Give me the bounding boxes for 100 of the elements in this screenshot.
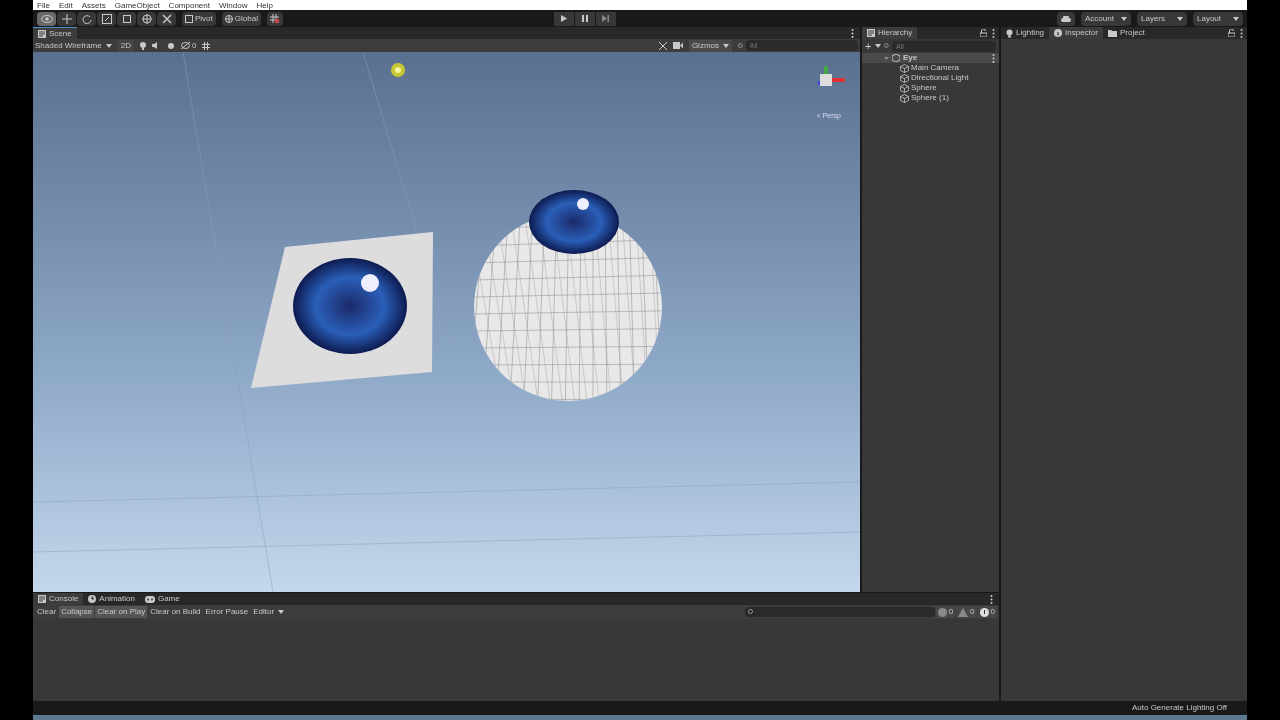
tool-button[interactable]: [37, 11, 56, 26]
more-icon[interactable]: [851, 28, 854, 38]
dropdown-button[interactable]: Layers: [1137, 11, 1187, 26]
panel-tab[interactable]: Lighting: [1001, 27, 1050, 39]
tool-button[interactable]: [77, 11, 96, 26]
caret-icon: [1121, 16, 1127, 21]
scale-icon: [101, 13, 112, 24]
console-toggle[interactable]: Clear on Build: [148, 606, 203, 618]
tools-icon: [161, 13, 172, 24]
menu-item[interactable]: Component: [168, 0, 210, 10]
tool-button[interactable]: [157, 11, 176, 26]
more-icon[interactable]: [990, 594, 993, 604]
rect-tool-icon: [121, 13, 132, 24]
more-icon[interactable]: [1240, 28, 1243, 38]
tool-button[interactable]: [97, 11, 116, 26]
console-toggle[interactable]: Collapse: [59, 606, 95, 618]
panel-tab[interactable]: Console: [33, 593, 84, 605]
caret-icon: [723, 43, 729, 48]
rotate-icon: [81, 13, 92, 24]
hierarchy-item[interactable]: Sphere (1): [862, 93, 999, 103]
hidden-icon: [180, 42, 190, 49]
step-button[interactable]: [595, 11, 616, 26]
play-icon: [560, 15, 567, 22]
menu-item[interactable]: GameObject: [114, 0, 160, 10]
step-icon: [602, 15, 610, 22]
globe-icon: [224, 14, 233, 23]
caret-icon: [1177, 16, 1183, 21]
pivot-icon: [185, 14, 193, 23]
caret-icon: [1233, 16, 1239, 21]
dropdown-button[interactable]: Account: [1081, 11, 1131, 26]
pause-button[interactable]: [574, 11, 595, 26]
more-icon[interactable]: [992, 28, 995, 38]
move-icon: [61, 13, 72, 24]
list-icon: [38, 595, 46, 603]
hierarchy-item[interactable]: Main Camera: [862, 63, 999, 73]
caret-icon: [875, 44, 882, 48]
console-toggle[interactable]: Error Pause: [203, 606, 251, 618]
cube-icon: [900, 73, 909, 83]
hierarchy-tab[interactable]: Hierarchy: [862, 27, 918, 39]
hierarchy-item[interactable]: Directional Light: [862, 73, 999, 83]
hierarchy-item[interactable]: Sphere: [862, 83, 999, 93]
panel-tab[interactable]: Animation: [83, 593, 140, 605]
scene-root-row[interactable]: Eye: [862, 53, 999, 63]
clock-icon: [88, 595, 97, 603]
draw-mode-dropdown[interactable]: Shaded Wireframe: [35, 39, 112, 52]
more-icon[interactable]: [992, 53, 995, 63]
editor-dropdown[interactable]: Editor: [251, 606, 287, 618]
scene-tab[interactable]: Scene: [33, 27, 77, 39]
gizmos-dropdown[interactable]: Gizmos: [688, 39, 732, 52]
menu-item[interactable]: Assets: [81, 0, 106, 10]
panel-tab[interactable]: Project: [1102, 27, 1150, 39]
info-icon: [937, 607, 947, 617]
eye-icon: [40, 14, 53, 23]
cloud-button[interactable]: [1057, 11, 1075, 26]
menu-item[interactable]: File: [37, 0, 50, 10]
grid-icon[interactable]: [202, 41, 211, 50]
warning-icon: [958, 607, 969, 617]
cloud-icon: [1061, 15, 1071, 22]
panel-tab[interactable]: Game: [139, 593, 185, 605]
panel-tab[interactable]: Inspector: [1049, 27, 1103, 39]
gamepad-icon: [144, 595, 155, 603]
info-icon: [1054, 29, 1063, 37]
scene-name: Eye: [903, 52, 919, 64]
grid-snap-button[interactable]: [266, 11, 283, 26]
status-text: Auto Generate Lighting Off: [1131, 702, 1227, 714]
bulb-icon: [1006, 28, 1013, 38]
2d-toggle[interactable]: 2D: [117, 39, 134, 52]
transform-icon: [141, 13, 152, 24]
caret-icon: [105, 43, 112, 48]
count-toggle[interactable]: 0: [935, 606, 956, 618]
tool-button[interactable]: [117, 11, 136, 26]
tools-icon[interactable]: [658, 41, 667, 50]
caret-icon: [278, 610, 285, 614]
console-toggle[interactable]: Clear: [35, 606, 59, 618]
console-toggle[interactable]: Clear on Play: [95, 606, 148, 618]
camera-icon[interactable]: [672, 42, 683, 49]
search-icon: [884, 43, 890, 49]
dropdown-button[interactable]: Layout: [1193, 11, 1243, 26]
count-toggle[interactable]: 0: [977, 606, 997, 618]
pivot-button[interactable]: Pivot: [182, 11, 216, 26]
lock-icon[interactable]: [1228, 29, 1235, 37]
folder-icon: [1107, 29, 1117, 37]
tool-button[interactable]: [137, 11, 156, 26]
cube-icon: [900, 93, 909, 103]
hidden-count: 0: [191, 39, 197, 52]
menu-item[interactable]: Help: [256, 0, 273, 10]
add-button[interactable]: +: [865, 40, 882, 52]
lock-icon[interactable]: [980, 29, 987, 37]
bulb-icon[interactable]: [139, 41, 146, 50]
console-search-field[interactable]: [744, 607, 935, 617]
menu-item[interactable]: Edit: [58, 0, 73, 10]
scene-view-drawing[interactable]: [33, 52, 860, 592]
menu-item[interactable]: Window: [218, 0, 248, 10]
global-button[interactable]: Global: [221, 11, 261, 26]
play-button[interactable]: [553, 11, 574, 26]
cube-icon: [900, 83, 909, 93]
list-icon: [867, 29, 875, 37]
count-toggle[interactable]: 0: [956, 606, 977, 618]
pause-icon: [581, 15, 588, 22]
tool-button[interactable]: [57, 11, 76, 26]
